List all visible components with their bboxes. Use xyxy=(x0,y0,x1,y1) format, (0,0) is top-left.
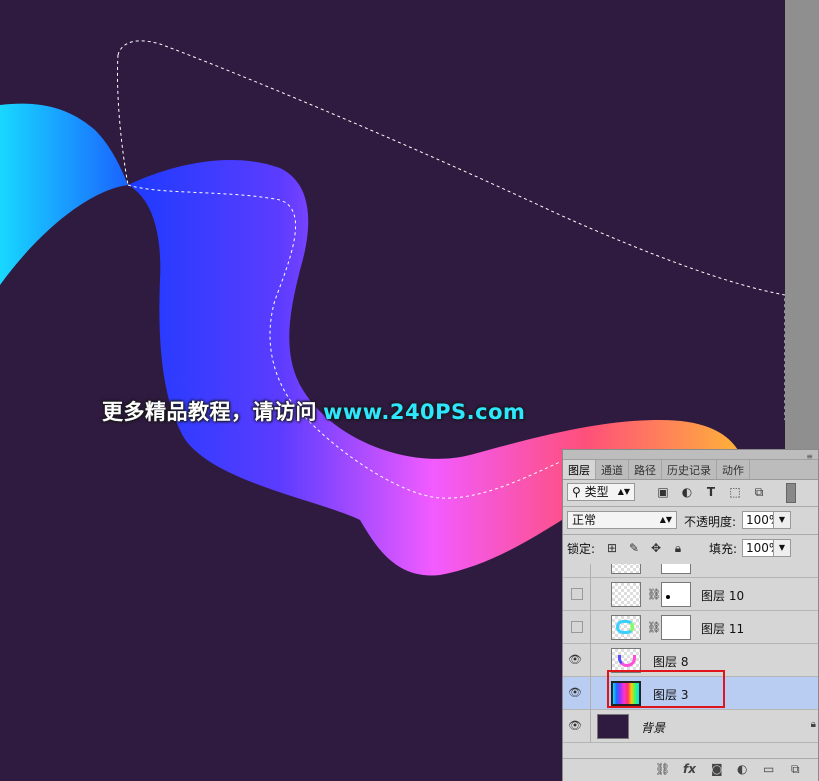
lock-pixels-icon[interactable]: ✎ xyxy=(626,540,642,556)
layer-thumbnail xyxy=(611,582,641,607)
link-icon[interactable]: ⛓︎ xyxy=(647,588,661,601)
layer-divider xyxy=(590,677,591,710)
tab-layers[interactable]: 图层 xyxy=(563,460,596,479)
thumbnail-curve xyxy=(618,655,636,667)
adjustment-filter-icon[interactable]: ◐ xyxy=(679,484,695,500)
eye-icon[interactable]: 👁︎ xyxy=(568,719,582,733)
layer-mask-thumbnail[interactable] xyxy=(661,615,691,640)
fx-icon[interactable]: fx xyxy=(683,762,696,776)
layer-row-10[interactable]: ⛓︎ 图层 10 xyxy=(563,578,818,611)
blend-mode-select[interactable]: 正常 ▲▼ xyxy=(567,511,677,529)
link-icon[interactable]: ⛓︎ xyxy=(647,621,661,634)
highlight-annotation-box xyxy=(607,670,725,708)
tab-history[interactable]: 历史记录 xyxy=(662,460,717,479)
layers-panel: ≡ 图层 通道 路径 历史记录 动作 ⚲ 类型 ▲▼ ▣ ◐ T ⬚ ⧉ 正常 … xyxy=(562,449,819,781)
folder-icon[interactable]: ▭ xyxy=(763,762,774,776)
layer-divider xyxy=(590,578,591,611)
chevron-down-icon: ▲▼ xyxy=(659,515,672,524)
layer-divider xyxy=(590,644,591,677)
visibility-toggle-off[interactable] xyxy=(571,621,583,633)
lock-label: 锁定: xyxy=(567,542,596,556)
layer-divider xyxy=(590,710,591,743)
smart-object-filter-icon[interactable]: ⧉ xyxy=(751,484,767,500)
chevron-down-icon: ▲▼ xyxy=(617,487,630,496)
add-mask-icon[interactable]: ◙ xyxy=(711,762,723,776)
layer-thumbnail xyxy=(611,564,641,574)
fill-label: 填充: xyxy=(709,542,738,556)
layer-row-11[interactable]: ⛓︎ 图层 11 xyxy=(563,611,818,644)
link-layers-icon[interactable]: ⛓︎ xyxy=(655,762,670,776)
blend-mode-value: 正常 xyxy=(572,513,597,527)
opacity-label: 不透明度: xyxy=(684,515,737,529)
lock-all-icon[interactable]: 🔒︎ xyxy=(670,540,686,556)
lock-position-icon[interactable]: ✥ xyxy=(648,540,664,556)
panel-tabs: 图层 通道 路径 历史记录 动作 xyxy=(563,460,818,480)
image-filter-icon[interactable]: ▣ xyxy=(655,484,671,500)
fill-input[interactable]: 100% ▼ xyxy=(742,539,791,557)
thumbnail-swirl xyxy=(616,620,634,634)
layer-name[interactable]: 背景 xyxy=(641,719,665,736)
layer-mask-thumbnail[interactable] xyxy=(661,582,691,607)
eye-icon[interactable]: 👁︎ xyxy=(568,686,582,700)
panel-menu-icon[interactable]: ≡ xyxy=(806,452,813,461)
layer-name[interactable]: 图层 10 xyxy=(701,587,744,604)
opacity-input[interactable]: 100% ▼ xyxy=(742,511,791,529)
lock-icon: 🔒︎ xyxy=(810,719,816,730)
search-icon: ⚲ xyxy=(572,485,581,499)
opacity-dropdown-icon[interactable]: ▼ xyxy=(773,511,791,529)
tab-channels[interactable]: 通道 xyxy=(596,460,629,479)
layer-name[interactable]: 图层 8 xyxy=(653,653,688,670)
panel-footer: ⛓︎ fx ◙ ◐ ▭ ⧉ xyxy=(563,758,818,781)
layer-row-background[interactable]: 👁︎ 背景 🔒︎ xyxy=(563,710,818,743)
layer-filter-label: 类型 xyxy=(584,485,609,499)
tab-actions[interactable]: 动作 xyxy=(717,460,750,479)
watermark: 更多精品教程，请访问 www.240PS.com xyxy=(102,396,525,426)
layers-list[interactable]: ⛓︎ 图层 10 ⛓︎ 图层 11 👁︎ 图层 8 👁︎ 图层 3 👁︎ 背景 … xyxy=(563,564,818,756)
fill-dropdown-icon[interactable]: ▼ xyxy=(773,539,791,557)
lock-transparency-icon[interactable]: ⊞ xyxy=(604,540,620,556)
type-filter-icon[interactable]: T xyxy=(703,484,719,500)
layer-row-partial[interactable] xyxy=(563,564,818,578)
visibility-toggle-off[interactable] xyxy=(571,588,583,600)
layer-thumbnail-solid xyxy=(597,714,629,739)
watermark-url: www.240PS.com xyxy=(323,400,526,424)
layer-divider xyxy=(590,564,591,578)
mask-dot xyxy=(666,595,670,599)
tab-paths[interactable]: 路径 xyxy=(629,460,662,479)
layer-thumbnail xyxy=(611,615,641,640)
layer-mask-thumbnail xyxy=(661,564,691,574)
cyan-ribbon xyxy=(0,103,128,285)
watermark-text: 更多精品教程，请访问 xyxy=(102,400,317,424)
layer-divider xyxy=(590,611,591,644)
new-layer-icon[interactable]: ⧉ xyxy=(791,762,800,777)
filter-toggle-switch[interactable] xyxy=(786,483,796,503)
layer-name[interactable]: 图层 11 xyxy=(701,620,744,637)
adjustment-layer-icon[interactable]: ◐ xyxy=(737,762,747,776)
panel-topbar[interactable]: ≡ xyxy=(563,450,818,461)
shape-filter-icon[interactable]: ⬚ xyxy=(727,484,743,500)
eye-icon[interactable]: 👁︎ xyxy=(568,653,582,667)
layer-filter-select[interactable]: ⚲ 类型 ▲▼ xyxy=(567,483,635,501)
